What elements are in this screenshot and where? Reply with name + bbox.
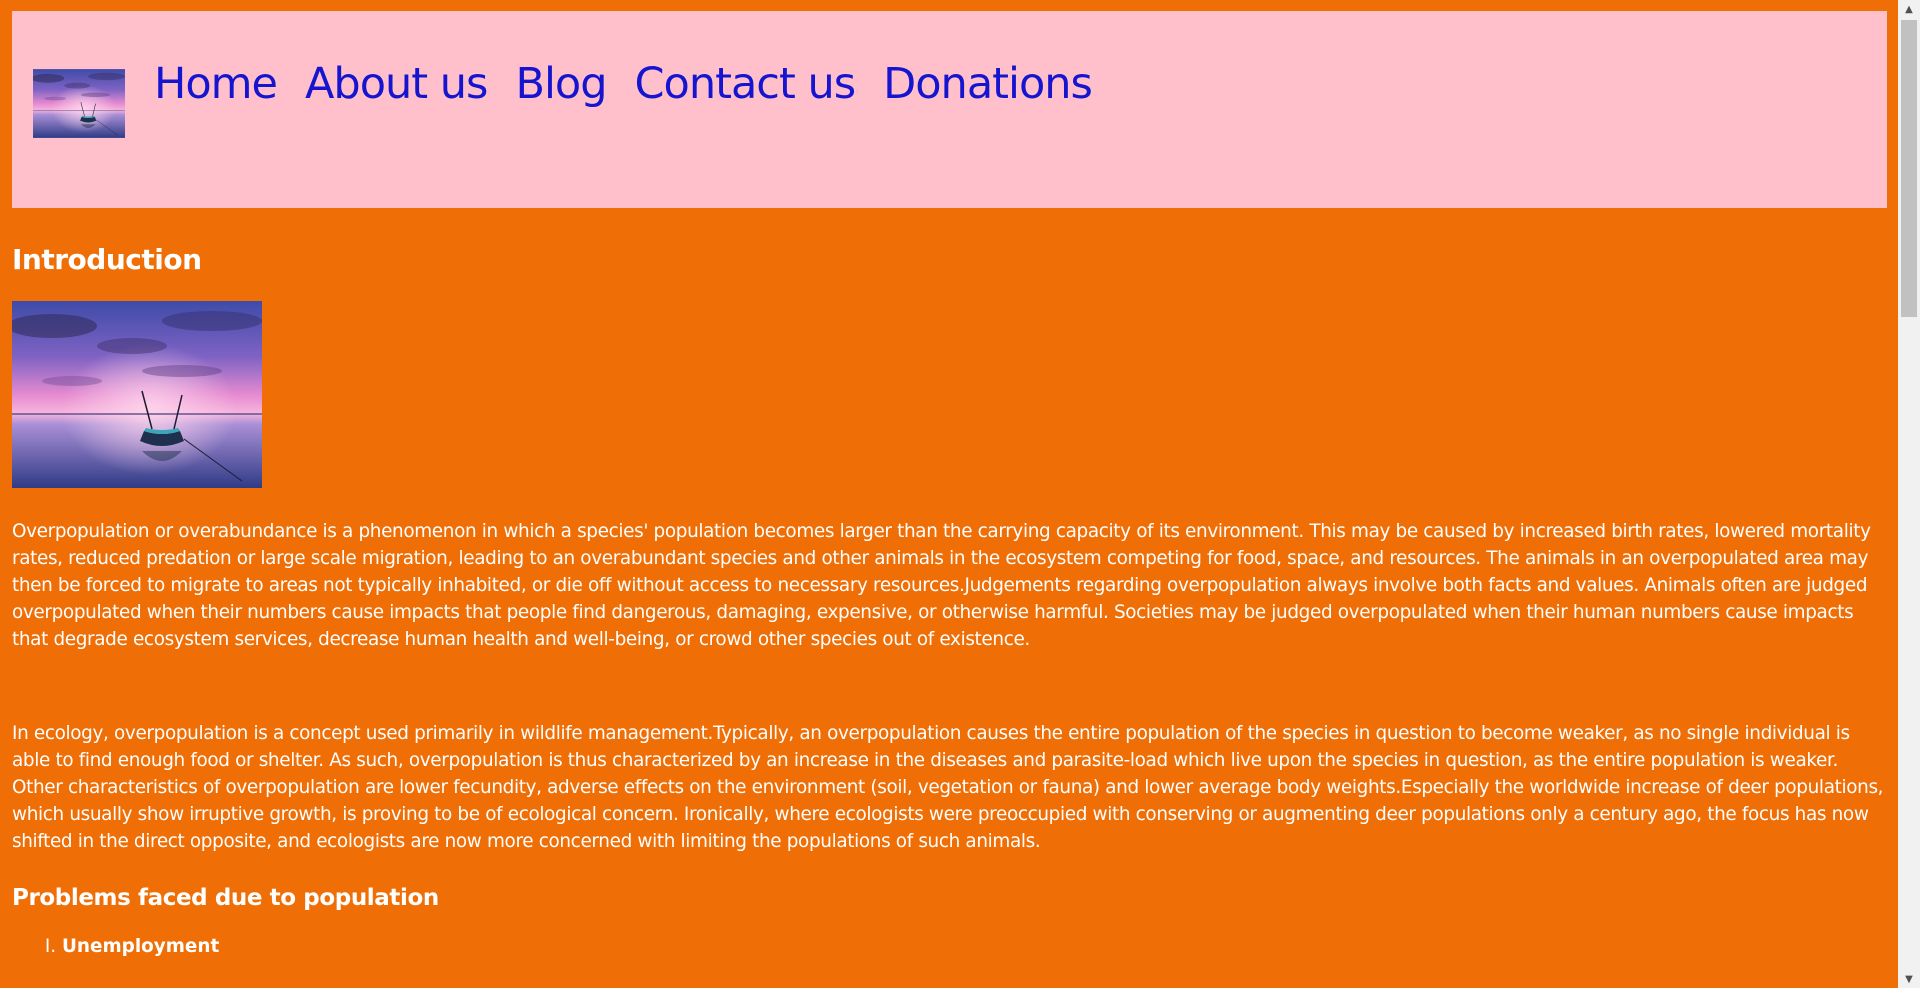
intro-heading: Introduction (12, 243, 202, 276)
hero-image (12, 301, 262, 488)
problems-list-item: Unemployment (62, 933, 1888, 960)
problems-list: Unemployment (12, 933, 1888, 960)
nav-link-blog[interactable]: Blog (515, 63, 607, 106)
nav-link-contact-us[interactable]: Contact us (635, 63, 857, 106)
intro-paragraph-2: In ecology, overpopulation is a concept … (12, 723, 1884, 852)
scrollbar-thumb[interactable] (1901, 20, 1917, 317)
site-header: Home About us Blog Contact us Donations (12, 11, 1887, 208)
nav-link-about-us[interactable]: About us (305, 63, 488, 106)
intro-paragraph-1: Overpopulation or overabundance is a phe… (12, 521, 1871, 650)
nav-link-home[interactable]: Home (154, 63, 278, 106)
page-viewport: Home About us Blog Contact us Donations … (0, 0, 1898, 988)
scroll-down-arrow-icon[interactable]: ▼ (1898, 970, 1920, 988)
site-logo[interactable] (33, 57, 125, 150)
problems-heading: Problems faced due to population (12, 885, 439, 911)
nav-link-donations[interactable]: Donations (883, 63, 1093, 106)
main-content: Introduction Overpopulation or overabund… (12, 240, 1888, 960)
vertical-scrollbar[interactable]: ▲ ▼ (1898, 0, 1920, 988)
main-nav: Home About us Blog Contact us Donations (154, 63, 1093, 106)
scroll-up-arrow-icon[interactable]: ▲ (1898, 0, 1920, 18)
